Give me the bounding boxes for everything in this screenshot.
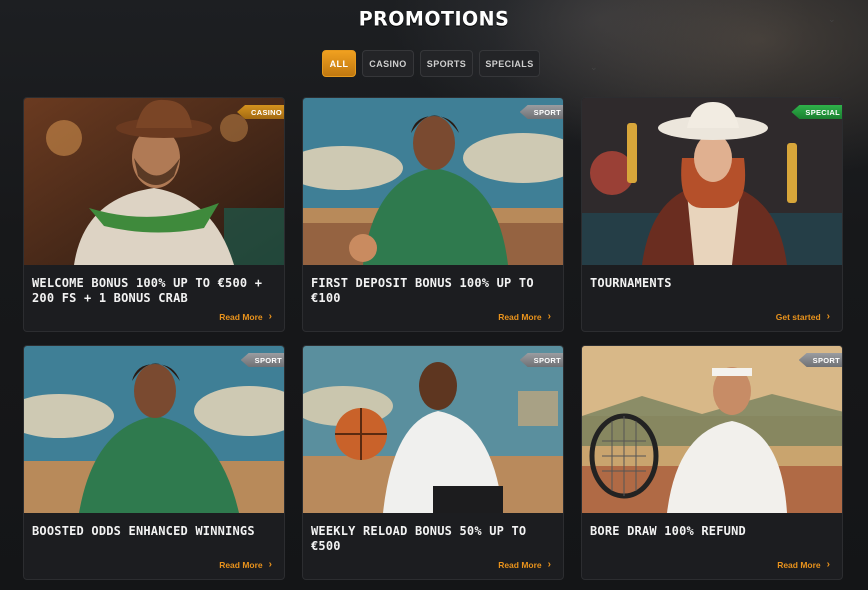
chevron-right-icon: ›	[268, 559, 272, 570]
read-more-link[interactable]: Read More ›	[498, 559, 551, 570]
category-ribbon: SPORT	[240, 353, 284, 367]
read-more-link[interactable]: Read More ›	[219, 559, 272, 570]
promo-title: WEEKLY RELOAD BONUS 50% UP TO €500	[311, 524, 527, 553]
filter-tabs: ALL CASINO SPORTS SPECIALS	[322, 50, 540, 77]
promo-title: FIRST DEPOSIT BONUS 100% UP TO €100	[311, 276, 534, 305]
promo-card[interactable]: CASINO WELCOME BONUS 100% UP TO €500 + 2…	[23, 97, 285, 332]
promo-card[interactable]: SPORT WEEKLY RELOAD BONUS 50% UP TO €500…	[302, 345, 564, 580]
promo-image-cowgirl: SPECIAL	[582, 98, 842, 265]
category-ribbon: SPORT	[519, 105, 563, 119]
tab-specials[interactable]: SPECIALS	[479, 50, 540, 77]
cta-label: Get started	[775, 311, 821, 322]
promo-card[interactable]: SPORT BORE DRAW 100% REFUND Read More ›	[581, 345, 843, 580]
promo-image-football: SPORT	[24, 346, 284, 513]
bird-decoration: ⌄	[590, 62, 598, 72]
tab-sports[interactable]: SPORTS	[420, 50, 473, 77]
promo-card[interactable]: SPORT BOOSTED ODDS ENHANCED WINNINGS Rea…	[23, 345, 285, 580]
promo-title: TOURNAMENTS	[590, 276, 672, 290]
read-more-link[interactable]: Read More ›	[498, 311, 551, 322]
cta-label: Read More	[498, 311, 542, 322]
cta-label: Read More	[777, 559, 821, 570]
category-ribbon: SPORT	[519, 353, 563, 367]
read-more-link[interactable]: Read More ›	[777, 559, 830, 570]
cta-label: Read More	[219, 559, 263, 570]
promo-image-tennis: SPORT	[582, 346, 842, 513]
chevron-right-icon: ›	[826, 559, 830, 570]
get-started-link[interactable]: Get started ›	[776, 311, 830, 322]
tab-all[interactable]: ALL	[322, 50, 356, 77]
read-more-link[interactable]: Read More ›	[219, 311, 272, 322]
promo-card[interactable]: SPORT FIRST DEPOSIT BONUS 100% UP TO €10…	[302, 97, 564, 332]
category-ribbon: SPORT	[798, 353, 842, 367]
category-ribbon: CASINO	[237, 105, 284, 119]
promo-image-cowboy: CASINO	[24, 98, 284, 265]
promo-card[interactable]: SPECIAL TOURNAMENTS Get started ›	[581, 97, 843, 332]
promo-image-football: SPORT	[303, 98, 563, 265]
tab-casino[interactable]: CASINO	[362, 50, 414, 77]
chevron-right-icon: ›	[547, 559, 551, 570]
promo-title: BORE DRAW 100% REFUND	[590, 524, 746, 538]
chevron-right-icon: ›	[547, 311, 551, 322]
cta-label: Read More	[498, 559, 542, 570]
promo-title: WELCOME BONUS 100% UP TO €500 + 200 FS +…	[32, 276, 263, 305]
chevron-right-icon: ›	[268, 311, 272, 322]
promo-image-basketball: SPORT	[303, 346, 563, 513]
chevron-right-icon: ›	[826, 311, 830, 322]
promo-title: BOOSTED ODDS ENHANCED WINNINGS	[32, 524, 255, 538]
page-title: PROMOTIONS	[358, 7, 510, 31]
cta-label: Read More	[219, 311, 263, 322]
category-ribbon: SPECIAL	[791, 105, 842, 119]
